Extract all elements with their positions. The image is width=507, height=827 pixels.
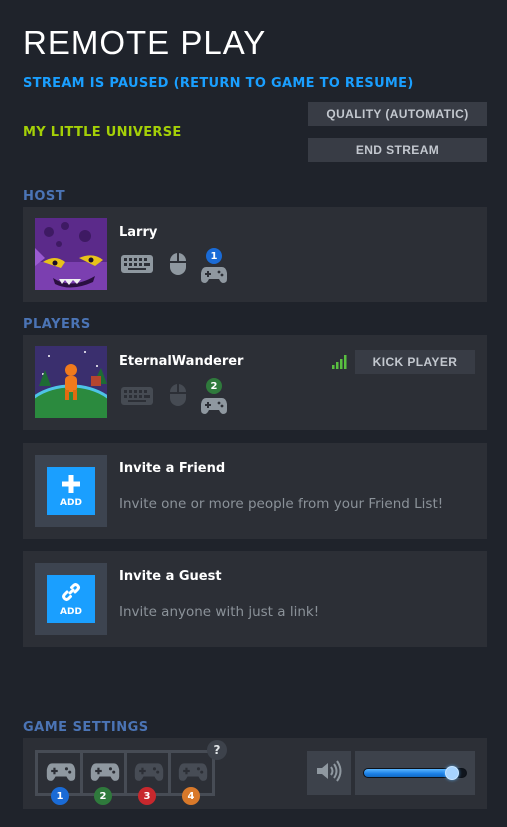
add-label: ADD <box>60 606 82 617</box>
player-name: EternalWanderer <box>119 354 244 369</box>
kick-player-button[interactable]: KICK PLAYER <box>355 350 475 374</box>
host-name: Larry <box>119 225 158 240</box>
signal-strength-icon <box>331 354 347 374</box>
keyboard-icon <box>120 385 154 411</box>
slot-number-badge: 1 <box>51 787 69 805</box>
slot-number-badge: 2 <box>94 787 112 805</box>
link-icon <box>61 582 81 606</box>
stream-status: STREAM IS PAUSED (RETURN TO GAME TO RESU… <box>23 76 414 91</box>
game-name: MY LITTLE UNIVERSE <box>23 125 182 140</box>
page-title: REMOTE PLAY <box>23 24 267 61</box>
quality-button[interactable]: QUALITY (AUTOMATIC) <box>308 102 487 126</box>
invite-guest-description: Invite anyone with just a link! <box>119 604 320 620</box>
game-settings-section-label: GAME SETTINGS <box>23 720 149 735</box>
host-panel: Larry 1 <box>23 207 487 302</box>
end-stream-button[interactable]: END STREAM <box>308 138 487 162</box>
speaker-icon <box>315 760 343 786</box>
invite-friend-add-box: ADD <box>35 455 107 527</box>
player-avatar <box>35 346 107 418</box>
invite-guest-title: Invite a Guest <box>119 569 222 584</box>
controller-slot-badge: 1 <box>206 248 222 264</box>
volume-fill <box>364 769 452 777</box>
controller-slot-badge: 2 <box>206 378 222 394</box>
invite-friend-button[interactable]: ADD <box>47 467 95 515</box>
invite-friend-title: Invite a Friend <box>119 461 226 476</box>
gamepad-icon <box>177 759 209 787</box>
invite-guest-panel: ADD Invite a Guest Invite anyone with ju… <box>23 551 487 647</box>
host-avatar <box>35 218 107 290</box>
invite-guest-button[interactable]: ADD <box>47 575 95 623</box>
slot-number-badge: 4 <box>182 787 200 805</box>
help-button[interactable]: ? <box>207 740 227 760</box>
volume-button[interactable] <box>307 751 351 795</box>
keyboard-icon <box>120 253 154 279</box>
volume-track <box>363 766 467 780</box>
gamepad-icon <box>200 394 228 420</box>
host-section-label: HOST <box>23 189 66 204</box>
invite-guest-add-box: ADD <box>35 563 107 635</box>
slot-number-badge: 3 <box>138 787 156 805</box>
volume-slider[interactable] <box>355 751 475 795</box>
gamepad-icon <box>133 759 165 787</box>
gamepad-icon <box>89 759 121 787</box>
players-section-label: PLAYERS <box>23 317 91 332</box>
mouse-icon <box>168 382 188 412</box>
plus-icon <box>62 474 80 497</box>
add-label: ADD <box>60 497 82 508</box>
gamepad-icon <box>45 759 77 787</box>
invite-friend-description: Invite one or more people from your Frie… <box>119 496 444 512</box>
volume-knob[interactable] <box>445 766 459 780</box>
gamepad-icon <box>200 263 228 289</box>
mouse-icon <box>168 251 188 281</box>
invite-friend-panel: ADD Invite a Friend Invite one or more p… <box>23 443 487 539</box>
